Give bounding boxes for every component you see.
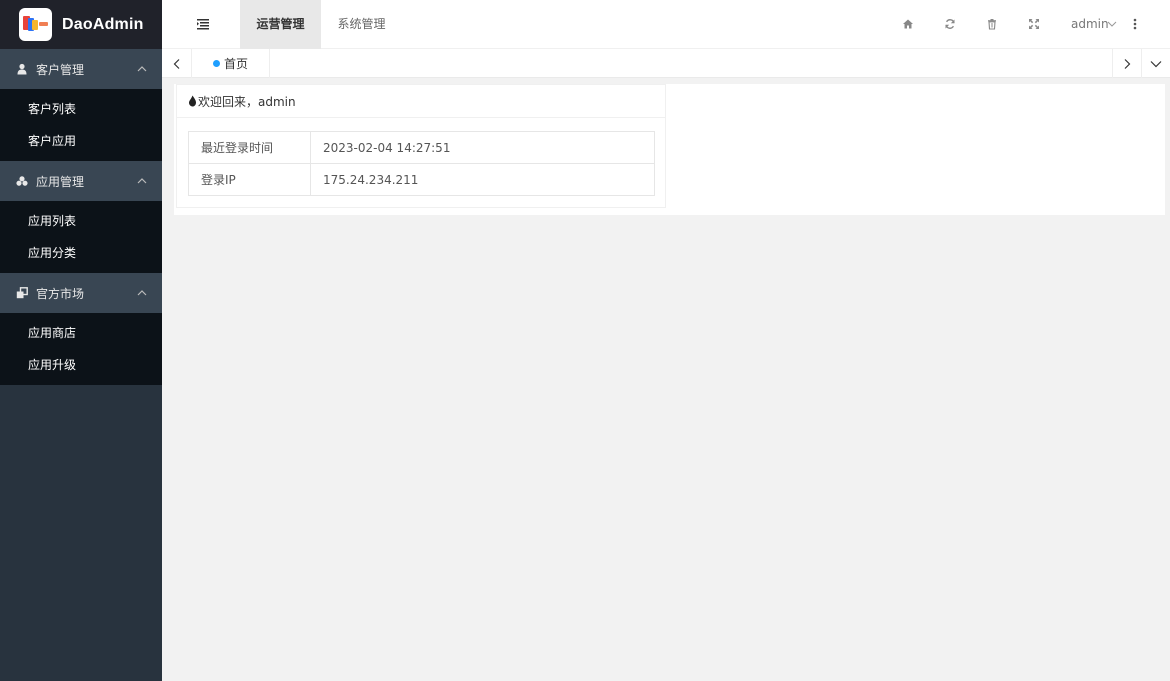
chevron-up-icon [137,178,147,184]
sidebar-item-app-store[interactable]: 应用商店 [0,317,162,349]
welcome-title: 欢迎回来，admin [198,94,296,109]
chevron-left-icon [173,58,179,69]
logo[interactable]: DaoAdmin [0,0,162,49]
menu-toggle-icon[interactable] [196,17,210,31]
sidebar-item-app-list[interactable]: 应用列表 [0,205,162,237]
page-tab-label: 首页 [224,57,249,71]
sidebar-item-app-upgrade[interactable]: 应用升级 [0,349,162,381]
trash-icon[interactable] [986,18,998,30]
fire-icon [189,95,196,107]
submenu-apps: 应用列表 应用分类 [0,201,162,273]
row-key: 登录IP [188,163,311,196]
table-row: 最近登录时间 2023-02-04 14:27:51 [188,131,655,164]
refresh-icon[interactable] [944,18,956,30]
menu-group-market[interactable]: 官方市场 [0,273,162,313]
fullscreen-icon[interactable] [1028,18,1040,30]
more-vertical-icon[interactable] [1133,17,1137,31]
app-name: DaoAdmin [62,15,144,33]
top-header: 运营管理 系统管理 admin [162,0,1170,49]
user-menu[interactable]: admin [1071,0,1109,49]
chevron-down-icon[interactable] [1107,19,1117,29]
row-value: 175.24.234.211 [310,163,655,196]
page-tab-home[interactable]: 首页 [192,49,270,78]
row-value: 2023-02-04 14:27:51 [310,131,655,164]
table-row: 登录IP 175.24.234.211 [188,163,655,196]
clone-icon [16,287,28,299]
sidebar-item-app-categories[interactable]: 应用分类 [0,237,162,269]
submenu-market: 应用商店 应用升级 [0,313,162,385]
active-dot-icon [213,60,220,67]
tab-scroll-right-button[interactable] [1112,49,1141,78]
chevron-up-icon [137,290,147,296]
tab-options-button[interactable] [1141,49,1170,78]
row-key: 最近登录时间 [188,131,311,164]
chevron-up-icon [137,66,147,72]
menu-group-customers[interactable]: 客户管理 [0,49,162,89]
chevron-down-icon [1150,60,1162,67]
user-icon [16,63,28,75]
cubes-icon [16,175,28,187]
sidebar-item-customer-apps[interactable]: 客户应用 [0,125,162,157]
submenu-customers: 客户列表 客户应用 [0,89,162,161]
chevron-right-icon [1124,58,1131,69]
menu-group-label: 官方市场 [36,286,85,301]
page-tabbar: 首页 [162,49,1170,78]
sidebar: DaoAdmin 客户管理 客户列表 客户应用 应用管理 应用列表 应用分类 官… [0,0,162,681]
welcome-card: 欢迎回来，admin 最近登录时间 2023-02-04 14:27:51 登录… [176,84,666,208]
sidebar-item-customer-list[interactable]: 客户列表 [0,93,162,125]
tab-system[interactable]: 系统管理 [321,0,402,49]
tab-operations[interactable]: 运营管理 [240,0,321,49]
logo-icon [19,8,52,41]
login-info-table: 最近登录时间 2023-02-04 14:27:51 登录IP 175.24.2… [188,131,655,196]
menu-group-apps[interactable]: 应用管理 [0,161,162,201]
menu-group-label: 客户管理 [36,62,85,77]
card-header: 欢迎回来，admin [177,85,665,118]
tab-scroll-left-button[interactable] [162,49,192,78]
menu-group-label: 应用管理 [36,174,85,189]
home-icon[interactable] [902,18,914,30]
